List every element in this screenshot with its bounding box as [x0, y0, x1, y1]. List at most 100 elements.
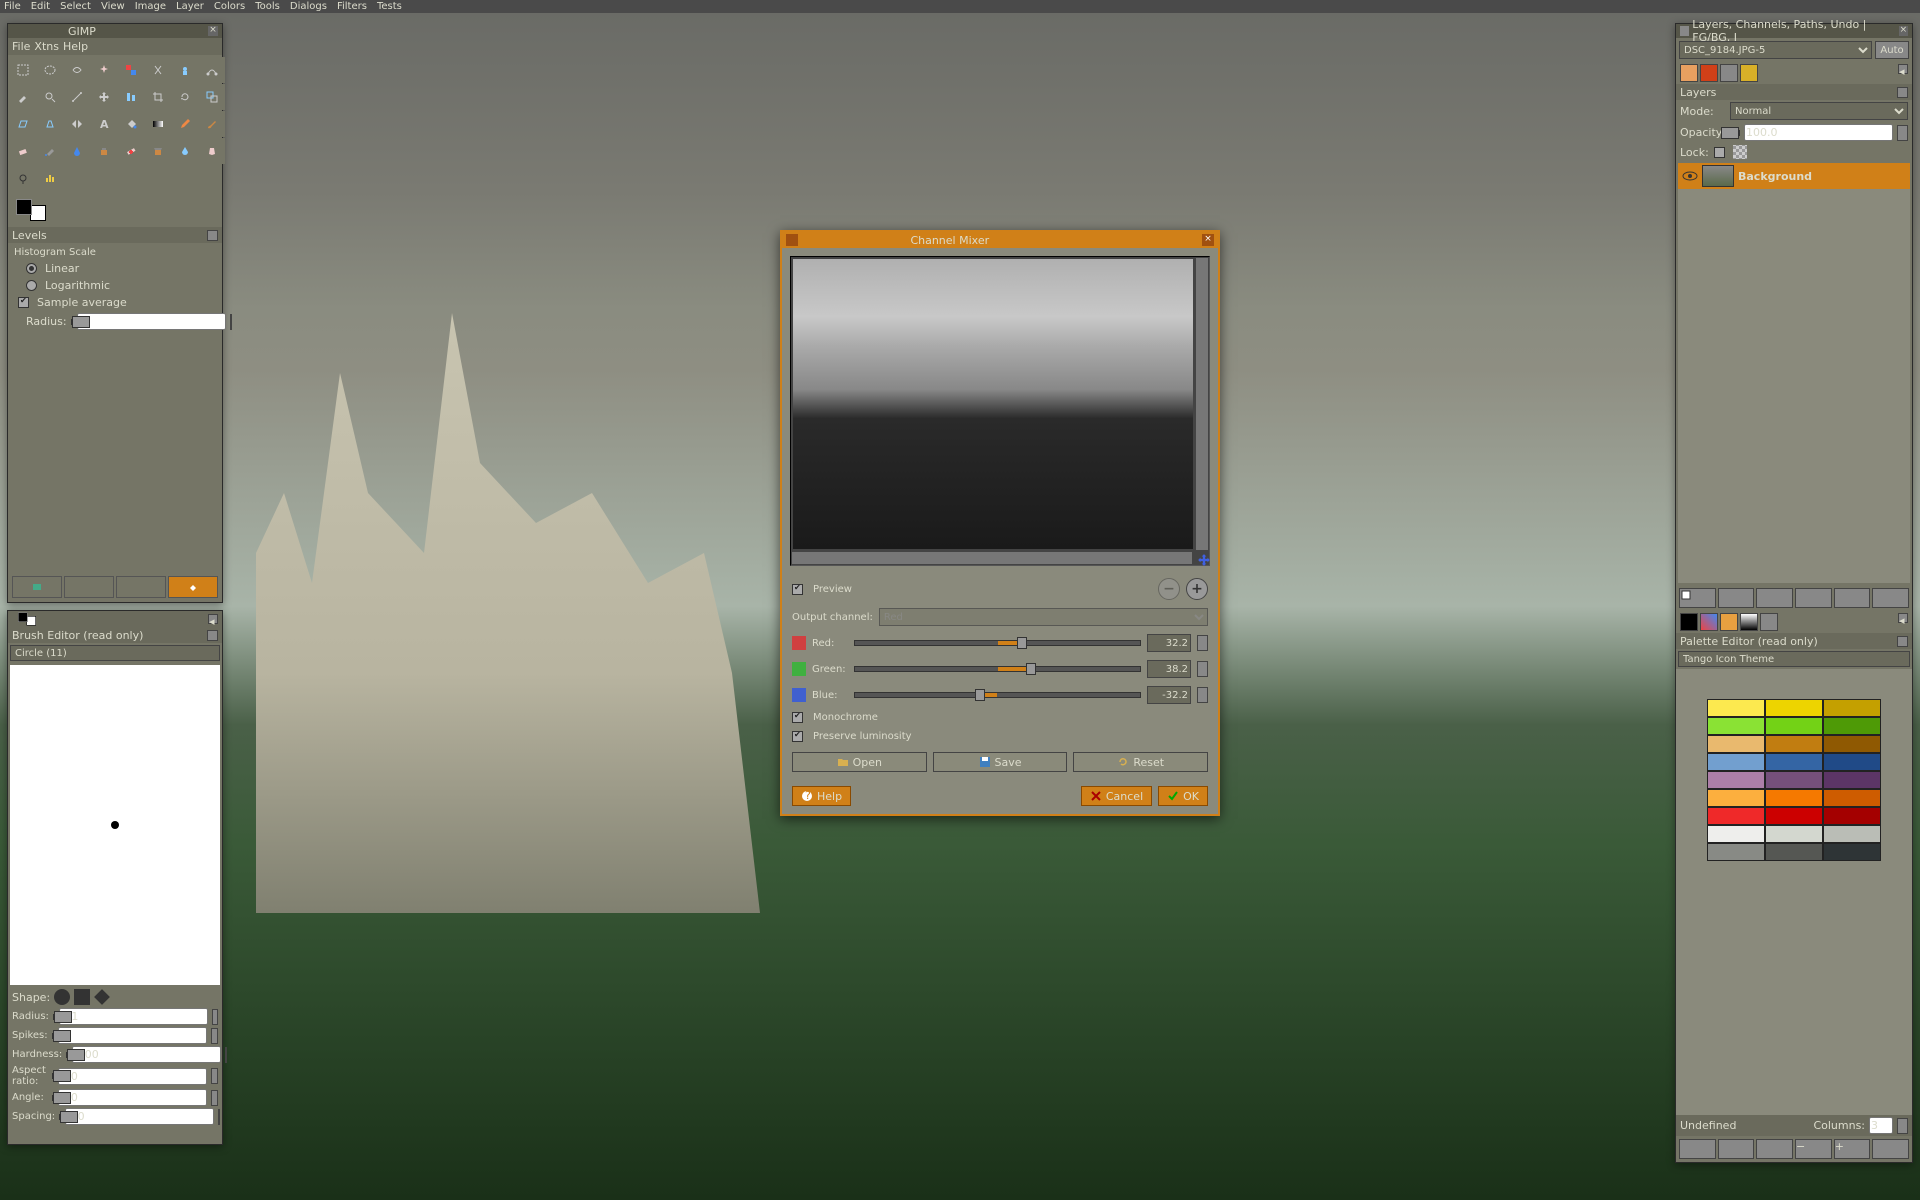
preview-v-scrollbar[interactable]	[1195, 257, 1209, 551]
tool-heal[interactable]	[118, 138, 144, 164]
tool-blur-sharpen[interactable]	[172, 138, 198, 164]
spinner[interactable]	[1897, 125, 1908, 141]
palette-delete-button[interactable]	[1756, 1139, 1793, 1159]
palette-swatch[interactable]	[1707, 807, 1765, 825]
blend-mode-select[interactable]: Normal	[1730, 102, 1908, 120]
tool-perspective[interactable]	[37, 111, 63, 137]
palette-name-input[interactable]	[1678, 651, 1910, 667]
radius-spinner[interactable]	[230, 314, 232, 330]
tool-clone[interactable]	[91, 138, 117, 164]
palette-swatch[interactable]	[1823, 807, 1881, 825]
palette-edit-button[interactable]	[1679, 1139, 1716, 1159]
layer-up-button[interactable]	[1718, 588, 1755, 608]
palette-swatch[interactable]	[1765, 807, 1823, 825]
menu-filters[interactable]: Filters	[337, 1, 367, 12]
tab-arrow-icon[interactable]: ◂	[1898, 64, 1908, 74]
tab-undo[interactable]	[1740, 64, 1758, 82]
rollup-icon[interactable]	[207, 230, 218, 241]
tool-eraser[interactable]	[10, 138, 36, 164]
tool-align[interactable]	[118, 84, 144, 110]
red-value-input[interactable]	[1147, 634, 1191, 652]
brush-aspect-slider[interactable]	[52, 1073, 54, 1079]
check-sample-average[interactable]	[18, 297, 29, 308]
brush-spacing-input[interactable]	[65, 1108, 214, 1125]
ok-button[interactable]: OK	[1158, 786, 1208, 806]
dock-close-icon[interactable]: ×	[1899, 26, 1908, 36]
tool-crop[interactable]	[145, 84, 171, 110]
tool-free-select[interactable]	[64, 57, 90, 83]
tool-foreground-select[interactable]	[172, 57, 198, 83]
rollup-icon[interactable]	[1897, 87, 1908, 98]
blue-value-input[interactable]	[1147, 686, 1191, 704]
palette-swatch[interactable]	[1765, 753, 1823, 771]
palette-swatch[interactable]	[1823, 789, 1881, 807]
spinner[interactable]	[218, 1109, 220, 1125]
tool-shear[interactable]	[10, 111, 36, 137]
menu-layer[interactable]: Layer	[176, 1, 204, 12]
menu-file[interactable]: File	[4, 1, 21, 12]
help-button[interactable]: ?Help	[792, 786, 851, 806]
spinner[interactable]	[212, 1009, 218, 1025]
brush-aspect-input[interactable]	[58, 1068, 207, 1085]
palette-swatch[interactable]	[1823, 735, 1881, 753]
spinner[interactable]	[211, 1090, 218, 1106]
shape-circle[interactable]	[54, 989, 70, 1005]
brush-spikes-input[interactable]	[58, 1027, 207, 1044]
tab-paths[interactable]	[1720, 64, 1738, 82]
tool-opt-btn-3[interactable]	[116, 576, 166, 598]
tool-opt-btn-1[interactable]	[12, 576, 62, 598]
tool-blend[interactable]	[145, 111, 171, 137]
menu-view[interactable]: View	[101, 1, 125, 12]
palette-swatch[interactable]	[1823, 771, 1881, 789]
save-button[interactable]: Save	[933, 752, 1068, 772]
palette-swatch[interactable]	[1707, 753, 1765, 771]
layer-name-label[interactable]: Background	[1738, 170, 1812, 183]
shape-square[interactable]	[74, 989, 90, 1005]
fg-bg-color[interactable]	[16, 199, 46, 221]
preview-area[interactable]	[790, 256, 1210, 566]
radio-linear[interactable]	[26, 263, 37, 274]
brush-spikes-slider[interactable]	[52, 1033, 54, 1039]
red-slider[interactable]	[854, 640, 1141, 646]
palette-swatch[interactable]	[1765, 825, 1823, 843]
menu-colors[interactable]: Colors	[214, 1, 245, 12]
tool-levels-shortcut[interactable]	[37, 165, 63, 191]
spinner[interactable]	[225, 1047, 227, 1063]
tool-scissors[interactable]	[145, 57, 171, 83]
palette-swatch[interactable]	[1823, 753, 1881, 771]
brush-spacing-slider[interactable]	[59, 1114, 61, 1120]
lock-alpha-check[interactable]	[1714, 147, 1725, 158]
tool-paintbrush[interactable]	[199, 111, 225, 137]
spinner[interactable]	[1197, 661, 1208, 677]
palette-swatch[interactable]	[1707, 789, 1765, 807]
palette-swatch[interactable]	[1765, 735, 1823, 753]
layer-new-button[interactable]	[1679, 588, 1716, 608]
tool-flip[interactable]	[64, 111, 90, 137]
palette-zoom-out-button[interactable]: −	[1795, 1139, 1832, 1159]
menu-select[interactable]: Select	[60, 1, 91, 12]
green-slider[interactable]	[854, 666, 1141, 672]
brush-hardness-input[interactable]	[72, 1046, 221, 1063]
tool-airbrush[interactable]	[37, 138, 63, 164]
menu-image[interactable]: Image	[135, 1, 166, 12]
palette-tab-brushes[interactable]	[1700, 613, 1718, 631]
palette-new-button[interactable]	[1718, 1139, 1755, 1159]
tool-fuzzy-select[interactable]	[91, 57, 117, 83]
palette-grid[interactable]	[1707, 699, 1881, 861]
palette-swatch[interactable]	[1765, 771, 1823, 789]
spinner[interactable]	[1197, 687, 1208, 703]
tool-measure[interactable]	[64, 84, 90, 110]
zoom-in-button[interactable]: +	[1186, 578, 1208, 600]
palette-swatch[interactable]	[1707, 771, 1765, 789]
tool-dodge-burn[interactable]	[10, 165, 36, 191]
tool-pencil[interactable]	[172, 111, 198, 137]
tool-rect-select[interactable]	[10, 57, 36, 83]
tool-smudge[interactable]	[199, 138, 225, 164]
tool-ink[interactable]	[64, 138, 90, 164]
tool-rotate[interactable]	[172, 84, 198, 110]
radio-logarithmic[interactable]	[26, 280, 37, 291]
cancel-button[interactable]: Cancel	[1081, 786, 1152, 806]
open-button[interactable]: Open	[792, 752, 927, 772]
brush-name-input[interactable]	[10, 645, 220, 661]
palette-tab-fg[interactable]	[1680, 613, 1698, 631]
